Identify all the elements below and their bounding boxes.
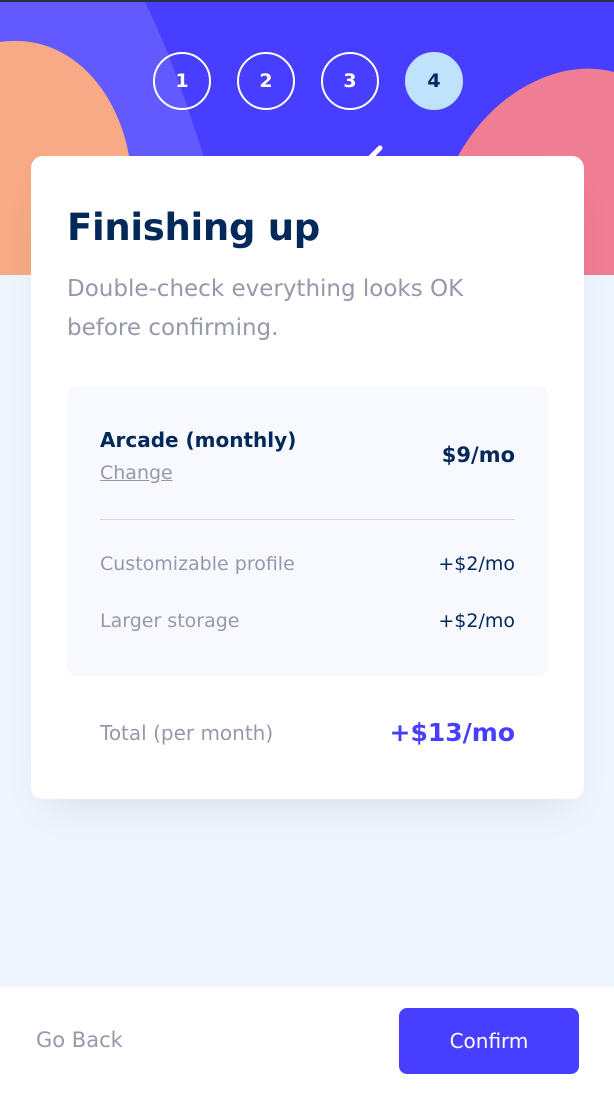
confirm-button[interactable]: Confirm [399, 1008, 579, 1074]
step-number: 1 [175, 70, 189, 92]
footer-bar: Go Back Confirm [0, 987, 614, 1095]
summary-divider [100, 519, 515, 520]
page-title: Finishing up [67, 206, 320, 249]
change-plan-link[interactable]: Change [100, 462, 173, 484]
addon-price: +$2/mo [438, 610, 515, 632]
addon-price: +$2/mo [438, 553, 515, 575]
step-number: 2 [259, 70, 273, 92]
order-summary: Arcade (monthly) Change $9/mo Customizab… [67, 386, 548, 676]
addon-name: Customizable profile [100, 553, 295, 575]
step-indicator: 1 2 3 4 [153, 52, 463, 110]
total-price: +$13/mo [389, 718, 516, 747]
plan-price: $9/mo [441, 443, 515, 467]
step-3[interactable]: 3 [321, 52, 379, 110]
plan-name: Arcade (monthly) [100, 428, 297, 452]
summary-card: Finishing up Double-check everything loo… [31, 156, 584, 799]
step-2[interactable]: 2 [237, 52, 295, 110]
addon-name: Larger storage [100, 610, 240, 632]
step-number: 3 [343, 70, 357, 92]
go-back-button[interactable]: Go Back [36, 1028, 123, 1052]
total-label: Total (per month) [100, 721, 274, 745]
page-subtitle: Double-check everything looks OK before … [67, 276, 464, 341]
step-number: 4 [427, 70, 441, 92]
step-4[interactable]: 4 [405, 52, 463, 110]
step-1[interactable]: 1 [153, 52, 211, 110]
